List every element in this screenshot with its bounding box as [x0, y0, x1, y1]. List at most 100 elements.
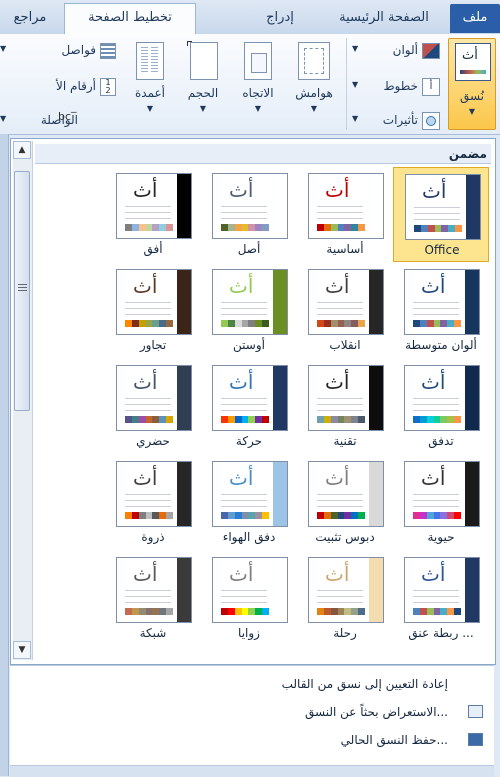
margins-icon-inner — [304, 48, 324, 74]
theme-tile[interactable]: أث Office — [393, 167, 489, 262]
scroll-down-icon[interactable]: ▼ — [13, 641, 31, 659]
theme-tile[interactable]: أث تقنية — [297, 359, 393, 454]
chevron-down-icon: ▼ — [468, 107, 476, 116]
line-numbers-button[interactable]: 12 أرقام الأ — [0, 76, 118, 98]
gallery-scrollbar[interactable]: ▲ ▼ — [13, 141, 33, 660]
tab-file[interactable]: ملف — [450, 4, 500, 33]
tab-references[interactable]: مراجع — [0, 4, 60, 33]
theme-color-swatches — [221, 224, 270, 231]
hyphenation-button[interactable]: bc‾ الواصلة ▼ — [0, 110, 118, 132]
theme-preview-letters: أث — [421, 370, 446, 394]
color-swatch — [234, 320, 242, 327]
theme-tile-label: رحلة — [333, 626, 357, 640]
color-swatch — [248, 224, 256, 231]
theme-tile-label: تجاور — [139, 338, 167, 352]
theme-tile[interactable]: أث تجاور — [105, 263, 201, 358]
color-swatch — [255, 224, 263, 231]
theme-preview: أث — [405, 174, 481, 240]
theme-preview-letters: أث — [422, 179, 447, 203]
theme-preview-line — [125, 590, 171, 591]
color-swatch — [125, 512, 132, 519]
theme-tile[interactable]: أث زوايا — [201, 551, 297, 646]
chevron-down-icon: ▼ — [352, 80, 359, 89]
color-swatch — [159, 512, 167, 519]
color-swatch — [152, 320, 160, 327]
theme-tile[interactable]: أث أساسية — [297, 167, 393, 262]
theme-preview-line — [413, 404, 459, 405]
resize-grip[interactable] — [10, 765, 494, 777]
orientation-icon-page — [251, 53, 267, 73]
theme-tile[interactable]: أث أفق — [105, 167, 201, 262]
color-swatch — [166, 416, 174, 423]
color-swatch — [262, 512, 270, 519]
page-break-icon — [100, 43, 116, 59]
theme-tile[interactable]: أث دبوس تثبيت — [297, 455, 393, 550]
palette-icon — [422, 43, 440, 59]
orientation-button[interactable]: الاتجاه ▼ — [230, 38, 286, 130]
theme-tile[interactable]: أث دفق الهواء — [201, 455, 297, 550]
color-swatch — [358, 608, 366, 615]
theme-preview-letters: أث — [229, 178, 254, 202]
size-label: الحجم — [187, 86, 219, 100]
color-swatch — [358, 416, 366, 423]
color-swatch — [344, 224, 352, 231]
theme-color-swatches — [414, 225, 463, 232]
theme-preview: أث — [308, 461, 384, 527]
chevron-down-icon: ▼ — [0, 114, 7, 123]
breaks-button[interactable]: فواصل ▼ — [0, 40, 118, 62]
scroll-thumb[interactable] — [14, 171, 30, 411]
theme-tile[interactable]: أث تدفق — [393, 359, 489, 454]
theme-tile[interactable]: أث حضري — [105, 359, 201, 454]
color-swatch — [448, 225, 456, 232]
color-swatch — [434, 225, 442, 232]
size-button[interactable]: الحجم ▼ — [176, 38, 230, 130]
theme-preview-letters: أث — [229, 370, 254, 394]
browse-themes-icon — [468, 705, 483, 718]
color-swatch — [330, 608, 338, 615]
save-theme-item[interactable]: حفظ النسق الحالي... — [341, 733, 448, 747]
theme-tile[interactable]: أث رحلة — [297, 551, 393, 646]
tab-page-layout[interactable]: تخطيط الصفحة — [64, 3, 196, 35]
document-edge — [0, 134, 9, 776]
theme-tile[interactable]: أث ألوان متوسطة — [393, 263, 489, 358]
theme-dark-band — [369, 558, 383, 622]
theme-preview-line — [221, 590, 267, 591]
theme-tile[interactable]: أث حيوية — [393, 455, 489, 550]
themes-label: نُسق — [459, 89, 485, 103]
color-swatch — [323, 608, 331, 615]
scroll-up-icon[interactable]: ▲ — [13, 141, 31, 159]
tab-insert[interactable]: إدراج — [240, 4, 320, 33]
color-swatch — [131, 224, 139, 231]
theme-preview-line — [317, 314, 363, 315]
color-swatch — [221, 608, 228, 615]
color-swatch — [358, 224, 366, 231]
theme-fonts-button[interactable]: أ خطوط ▼ — [352, 76, 444, 98]
color-swatch — [159, 224, 167, 231]
theme-tile[interactable]: أث أوستن — [201, 263, 297, 358]
theme-dark-band — [466, 175, 480, 239]
browse-themes-item[interactable]: الاستعراض بحثاً عن النسق... — [305, 705, 448, 719]
color-swatch — [166, 224, 174, 231]
theme-preview-letters: أث — [133, 178, 158, 202]
theme-dark-band — [465, 558, 479, 622]
color-swatch — [330, 320, 338, 327]
tab-home[interactable]: الصفحة الرئيسية — [322, 4, 446, 33]
theme-tile[interactable]: أث ربطة عنق ... — [393, 551, 489, 646]
theme-tile[interactable]: أث انقلاب — [297, 263, 393, 358]
theme-preview: أث — [308, 269, 384, 335]
chevron-down-icon: ▼ — [146, 104, 154, 113]
columns-button[interactable]: أعمدة ▼ — [124, 38, 176, 130]
theme-effects-button[interactable]: تأثيرات ▼ — [352, 110, 444, 132]
margins-icon — [298, 42, 330, 80]
reset-theme-item[interactable]: إعادة التعيين إلى نسق من القالب — [282, 677, 448, 691]
breaks-label: فواصل — [61, 43, 96, 57]
margins-button[interactable]: هوامش ▼ — [286, 38, 342, 130]
theme-tile[interactable]: أث ذروة — [105, 455, 201, 550]
theme-tile[interactable]: أث أصل — [201, 167, 297, 262]
theme-colors-button[interactable]: ألوان ▼ — [352, 40, 444, 62]
color-swatch — [221, 320, 228, 327]
theme-tile[interactable]: أث شبكة — [105, 551, 201, 646]
theme-tile[interactable]: أث حركة — [201, 359, 297, 454]
themes-button[interactable]: أث نُسق ▼ — [448, 38, 496, 130]
theme-preview: أث — [404, 365, 480, 431]
